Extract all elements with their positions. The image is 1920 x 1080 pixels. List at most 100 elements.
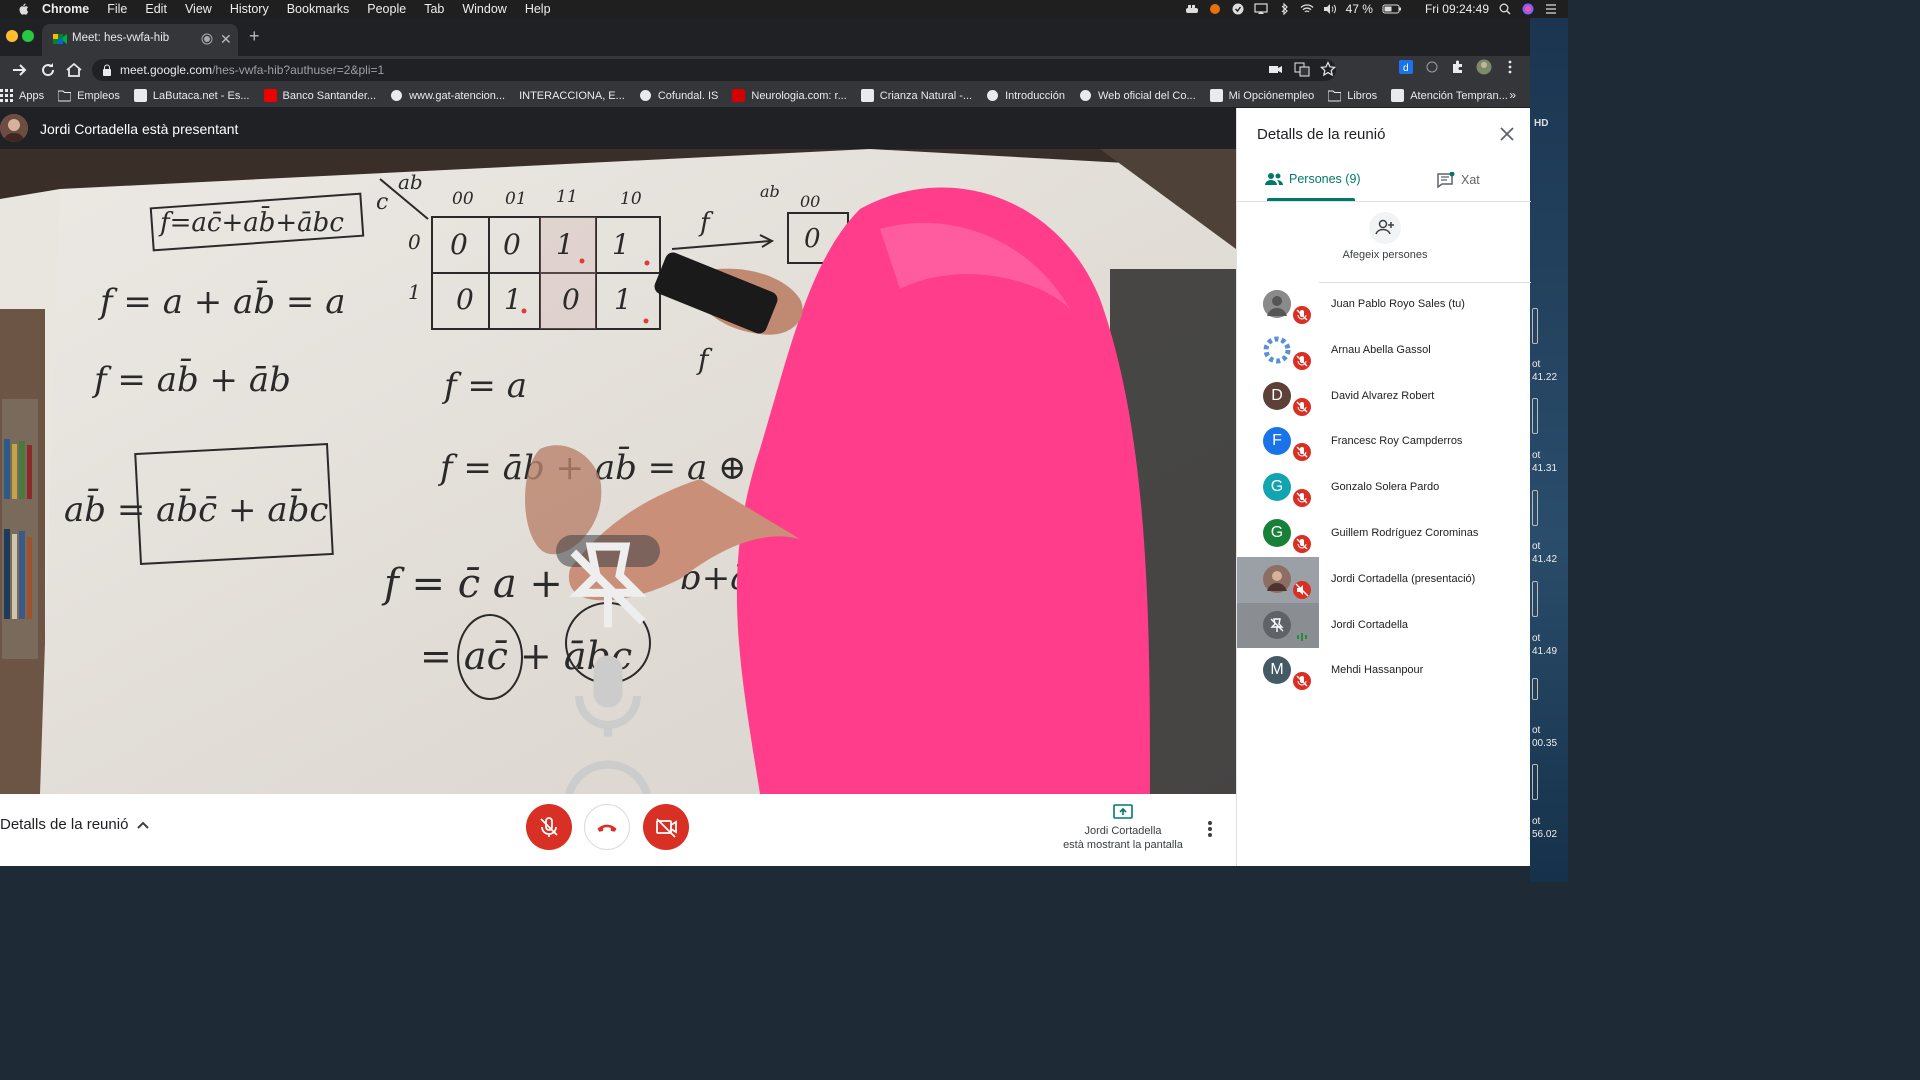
desktop-hd-label[interactable]: HD bbox=[1534, 118, 1548, 129]
remove-participant-icon[interactable] bbox=[556, 753, 660, 794]
participant-row[interactable]: F Francesc Roy Campderros bbox=[1237, 419, 1531, 466]
bookmark-crianza-natural[interactable]: Crianza Natural -... bbox=[860, 89, 972, 102]
pin-icon[interactable] bbox=[556, 535, 660, 639]
forward-icon[interactable] bbox=[10, 60, 30, 80]
menu-history[interactable]: History bbox=[230, 2, 269, 16]
participant-row[interactable]: Arnau Abella Gassol bbox=[1237, 327, 1531, 374]
desktop-file-icon[interactable] bbox=[1532, 308, 1538, 344]
minimize-window-button[interactable] bbox=[6, 30, 18, 42]
desktop-screenshot-label[interactable]: ot 00.35 bbox=[1532, 724, 1557, 750]
desktop-file-icon[interactable] bbox=[1532, 581, 1538, 617]
desktop-screenshot-label[interactable]: ot 41.22 bbox=[1532, 358, 1557, 384]
menu-people[interactable]: People bbox=[367, 2, 406, 16]
reload-icon[interactable] bbox=[38, 60, 58, 80]
participant-row[interactable]: Jordi Cortadella bbox=[1237, 602, 1531, 649]
address-bar[interactable]: meet.google.com/hes-vwfa-hib?authuser=2&… bbox=[92, 59, 1336, 81]
participant-row[interactable]: Juan Pablo Royo Sales (tu) bbox=[1237, 282, 1531, 328]
bookmark-folder-empleos[interactable]: Empleos bbox=[58, 89, 120, 102]
muted-mic-icon bbox=[1293, 306, 1311, 324]
home-icon[interactable] bbox=[64, 60, 84, 80]
leave-call-button[interactable] bbox=[584, 804, 630, 850]
mac-menu-bar: Chrome File Edit View History Bookmarks … bbox=[0, 0, 1568, 18]
airplay-icon[interactable] bbox=[1253, 3, 1268, 15]
apple-icon[interactable] bbox=[16, 2, 30, 16]
bookmark-labutaca[interactable]: LaButaca.net - Es... bbox=[133, 89, 250, 102]
tab-people[interactable]: Persones (9) bbox=[1265, 172, 1361, 186]
menu-clock[interactable]: Fri 09:24:49 bbox=[1425, 2, 1489, 16]
person-photo-icon bbox=[1263, 290, 1291, 318]
desktop-file-icon[interactable] bbox=[1532, 764, 1538, 800]
browser-tab-meet[interactable]: Meet: hes-vwfa-hib ✕ bbox=[42, 24, 238, 56]
bookmark-atencion-temprana[interactable]: Atención Tempran... bbox=[1391, 89, 1508, 102]
volume-icon[interactable] bbox=[1323, 3, 1337, 15]
bookmark-introduccion[interactable]: Introducción bbox=[986, 89, 1065, 102]
mute-participant-icon[interactable] bbox=[556, 644, 660, 748]
close-panel-icon[interactable] bbox=[1499, 126, 1515, 142]
bookmark-web-oficial[interactable]: Web oficial del Co... bbox=[1079, 89, 1196, 102]
tab-chat[interactable]: Xat bbox=[1437, 172, 1480, 188]
microphone-toggle-button[interactable] bbox=[526, 804, 572, 850]
close-tab-icon[interactable]: ✕ bbox=[220, 31, 232, 48]
translate-icon[interactable] bbox=[1294, 61, 1310, 77]
menu-app-chrome[interactable]: Chrome bbox=[42, 2, 89, 16]
chat-icon bbox=[1437, 172, 1455, 188]
dashlane-extension-icon[interactable]: d bbox=[1398, 59, 1414, 75]
bookmark-santander[interactable]: Banco Santander... bbox=[263, 89, 376, 102]
bookmark-neurologia[interactable]: Neurologia.com: r... bbox=[732, 89, 847, 102]
check-icon[interactable] bbox=[1231, 3, 1245, 15]
participant-row[interactable]: D David Alvarez Robert bbox=[1237, 373, 1531, 420]
docker-icon[interactable] bbox=[1185, 3, 1199, 15]
wifi-icon[interactable] bbox=[1300, 3, 1314, 15]
add-people-button[interactable]: Afegeix persones bbox=[1341, 212, 1429, 261]
menu-tab[interactable]: Tab bbox=[424, 2, 444, 16]
camera-toggle-button[interactable] bbox=[643, 804, 689, 850]
menu-help[interactable]: Help bbox=[525, 2, 551, 16]
menu-edit[interactable]: Edit bbox=[145, 2, 167, 16]
participant-name: Gonzalo Solera Pardo bbox=[1331, 481, 1440, 494]
participant-row[interactable]: G Gonzalo Solera Pardo bbox=[1237, 465, 1531, 511]
participant-row-presentation[interactable]: Jordi Cortadella (presentació) bbox=[1237, 556, 1531, 603]
bookmark-gat-atencion[interactable]: www.gat-atencion... bbox=[390, 89, 505, 102]
zoom-window-button[interactable] bbox=[22, 30, 34, 42]
camera-off-icon bbox=[656, 818, 677, 838]
battery-icon[interactable] bbox=[1382, 3, 1402, 15]
desktop-screenshot-label[interactable]: ot 56.02 bbox=[1532, 815, 1557, 841]
extensions-puzzle-icon[interactable] bbox=[1450, 59, 1466, 75]
bookmark-folder-libros[interactable]: Libros bbox=[1328, 89, 1377, 102]
presentation-video[interactable]: f=ac̄+ab̄+ābc c ab 00 01 11 10 0 1 0 0 1… bbox=[0, 149, 1236, 794]
notification-center-icon[interactable] bbox=[1544, 3, 1558, 15]
desktop-screenshot-label[interactable]: ot 41.31 bbox=[1532, 449, 1557, 475]
siri-icon[interactable] bbox=[1521, 3, 1535, 15]
menu-window[interactable]: Window bbox=[462, 2, 506, 16]
bluetooth-icon[interactable] bbox=[1277, 3, 1291, 15]
participant-row[interactable]: G Guillem Rodríguez Corominas bbox=[1237, 510, 1531, 557]
participant-row[interactable]: M Mehdi Hassanpour bbox=[1237, 648, 1531, 695]
bookmark-interacciona[interactable]: INTERACCIONA, E... bbox=[519, 90, 625, 102]
bookmarks-overflow-chevron-icon[interactable]: » bbox=[1509, 88, 1516, 102]
chrome-menu-icon[interactable] bbox=[1502, 59, 1518, 75]
desktop-screenshot-label[interactable]: ot 41.42 bbox=[1532, 540, 1557, 566]
desktop-file-icon[interactable] bbox=[1532, 490, 1538, 526]
spotlight-search-icon[interactable] bbox=[1498, 3, 1512, 15]
menu-file[interactable]: File bbox=[107, 2, 127, 16]
desktop-file-icon[interactable] bbox=[1532, 398, 1538, 434]
kmap-cell-0-3: 1 bbox=[612, 228, 630, 261]
menu-view[interactable]: View bbox=[185, 2, 212, 16]
bookmark-star-icon[interactable] bbox=[1320, 61, 1336, 77]
bookmark-cofundal[interactable]: Cofundal. IS bbox=[639, 89, 718, 102]
new-tab-icon[interactable]: + bbox=[249, 26, 260, 47]
presenting-status[interactable]: Jordi Cortadella està mostrant la pantal… bbox=[1050, 804, 1196, 852]
bookmark-mi-opcionempleo[interactable]: Mi Opciónempleo bbox=[1209, 89, 1314, 102]
svg-text:d: d bbox=[1403, 63, 1409, 74]
bookmark-apps[interactable]: Apps bbox=[0, 89, 44, 102]
camera-in-use-icon[interactable] bbox=[1268, 61, 1284, 77]
desktop-file-icon[interactable] bbox=[1532, 678, 1538, 700]
menu-bookmarks[interactable]: Bookmarks bbox=[287, 2, 350, 16]
more-options-icon[interactable] bbox=[1200, 818, 1220, 840]
meeting-details-toggle[interactable]: Detalls de la reunió bbox=[0, 816, 150, 833]
profile-avatar-icon[interactable] bbox=[1476, 59, 1492, 75]
desktop-screenshot-label[interactable]: ot 41.49 bbox=[1532, 632, 1557, 658]
lock-icon[interactable] bbox=[102, 64, 112, 76]
status-app-icon[interactable] bbox=[1208, 3, 1222, 15]
extension-icon[interactable] bbox=[1424, 59, 1440, 75]
